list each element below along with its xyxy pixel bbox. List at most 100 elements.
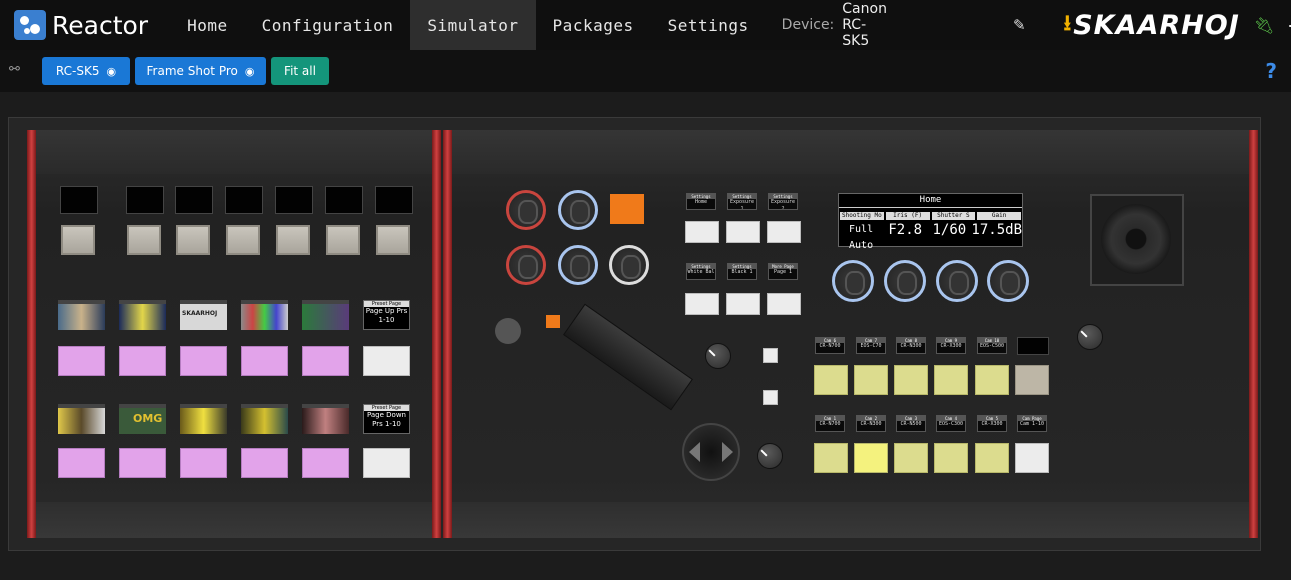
camera-key[interactable]	[894, 443, 928, 473]
camera-key[interactable]	[975, 365, 1009, 395]
help-icon[interactable]: ?	[1265, 59, 1277, 83]
hardware-key[interactable]	[226, 225, 260, 255]
camera-key[interactable]	[854, 365, 888, 395]
small-key[interactable]	[763, 348, 778, 363]
settings-display: Settings White Bal	[686, 263, 716, 280]
lcd-header: Gain	[977, 212, 1021, 220]
camera-key[interactable]	[975, 443, 1009, 473]
settings-key[interactable]	[685, 293, 719, 315]
rotary-encoder[interactable]	[506, 245, 546, 285]
camera-key[interactable]	[1015, 365, 1049, 395]
small-key[interactable]	[763, 390, 778, 405]
settings-key[interactable]	[685, 221, 719, 243]
potentiometer[interactable]	[705, 343, 731, 369]
lcd-header: Shutter S	[931, 212, 976, 220]
settings-key[interactable]	[767, 293, 801, 315]
panel-toggle-frame-shot-pro[interactable]: Frame Shot Pro ◉	[135, 57, 266, 85]
preset-key[interactable]	[180, 448, 227, 478]
edit-icon[interactable]: ✎	[1013, 16, 1026, 34]
rotary-encoder[interactable]	[609, 245, 649, 285]
orange-button[interactable]	[610, 194, 644, 224]
settings-display: More Page Page 1	[768, 263, 798, 280]
lcd-display: Home Shooting Mo Iris (F) Shutter S Gain…	[838, 193, 1023, 251]
preset-key[interactable]	[241, 448, 288, 478]
panel-toggle-rc-sk5[interactable]: RC-SK5 ◉	[42, 57, 130, 85]
camera-key[interactable]	[934, 365, 968, 395]
preset-key[interactable]	[241, 346, 288, 376]
rotary-encoder[interactable]	[832, 260, 874, 302]
camera-display: Cam 2 CR-N300	[856, 415, 886, 432]
camera-display: Cam 5 CR-X300	[977, 415, 1007, 432]
key-display	[126, 186, 164, 214]
camera-key[interactable]	[934, 443, 968, 473]
chassis-bottom	[443, 502, 1258, 538]
rotary-encoder[interactable]	[987, 260, 1029, 302]
hardware-key[interactable]	[127, 225, 161, 255]
rotary-encoder[interactable]	[558, 190, 598, 230]
nav-packages[interactable]: Packages	[536, 0, 651, 50]
device-label: Device:	[781, 17, 835, 33]
fit-all-button[interactable]: Fit all	[271, 57, 329, 85]
shuttle-knob[interactable]	[495, 318, 521, 344]
hardware-key[interactable]	[61, 225, 95, 255]
camera-page-key[interactable]	[1015, 443, 1049, 473]
preset-key[interactable]	[302, 346, 349, 376]
lcd-value: 17.5dB	[971, 222, 1022, 238]
lcd-value: Full Auto	[849, 224, 874, 251]
rotary-encoder[interactable]	[558, 245, 598, 285]
hardware-key[interactable]	[276, 225, 310, 255]
nav-home[interactable]: Home	[170, 0, 245, 50]
hardware-key[interactable]	[176, 225, 210, 255]
device-name[interactable]: Canon RC-SK5	[842, 1, 887, 49]
nav-configuration[interactable]: Configuration	[245, 0, 411, 50]
camera-key[interactable]	[814, 443, 848, 473]
settings-key[interactable]	[726, 221, 760, 243]
preset-key[interactable]	[119, 448, 166, 478]
camera-key[interactable]	[894, 365, 928, 395]
preset-key[interactable]	[58, 448, 105, 478]
simulator-canvas: SKAARHOJ Preset Page Page Up Prs 1-10 OM…	[8, 117, 1261, 551]
camera-key-active[interactable]	[854, 443, 888, 473]
rotary-encoder[interactable]	[884, 260, 926, 302]
key-display	[225, 186, 263, 214]
jog-wheel[interactable]	[682, 423, 740, 481]
page-up-key[interactable]	[363, 346, 410, 376]
orange-indicator-button[interactable]	[546, 315, 560, 328]
camera-key[interactable]	[814, 365, 848, 395]
settings-key[interactable]	[726, 293, 760, 315]
preset-thumbnail	[58, 404, 105, 434]
preset-thumbnail	[58, 300, 105, 330]
key-display	[325, 186, 363, 214]
panel-label: Frame Shot Pro	[146, 64, 238, 78]
hardware-key[interactable]	[326, 225, 360, 255]
potentiometer[interactable]	[1077, 324, 1103, 350]
camera-display: Cam 7 EOS-C70	[856, 337, 886, 354]
preset-key[interactable]	[302, 448, 349, 478]
preset-thumbnail: SKAARHOJ	[180, 300, 227, 330]
potentiometer[interactable]	[757, 443, 783, 469]
nav-simulator[interactable]: Simulator	[410, 0, 536, 50]
main-nav: Home Configuration Simulator Packages Se…	[170, 0, 766, 50]
camera-display: Cam 1 CR-N700	[815, 415, 845, 432]
page-down-key[interactable]	[363, 448, 410, 478]
joystick[interactable]	[1090, 194, 1184, 286]
unlink-icon[interactable]: ⚯	[9, 62, 20, 77]
left-rail	[443, 130, 452, 538]
preset-thumbnail	[119, 300, 166, 330]
settings-display: Settings Exposure 1	[727, 193, 757, 210]
preset-key[interactable]	[58, 346, 105, 376]
preset-key[interactable]	[119, 346, 166, 376]
app-logo[interactable]: Reactor	[14, 10, 148, 40]
settings-key[interactable]	[767, 221, 801, 243]
nav-settings[interactable]: Settings	[651, 0, 766, 50]
settings-display: Settings Home	[686, 193, 716, 210]
hardware-key[interactable]	[376, 225, 410, 255]
lcd-header: Shooting Mo	[840, 212, 884, 220]
rotary-encoder[interactable]	[936, 260, 978, 302]
preset-key[interactable]	[180, 346, 227, 376]
lcd-title: Home	[839, 194, 1022, 208]
preset-page-display: Preset Page Page Up Prs 1-10	[363, 300, 410, 330]
chassis-top	[27, 130, 441, 174]
rotary-encoder[interactable]	[506, 190, 546, 230]
settings-display: Settings Exposure 2	[768, 193, 798, 210]
